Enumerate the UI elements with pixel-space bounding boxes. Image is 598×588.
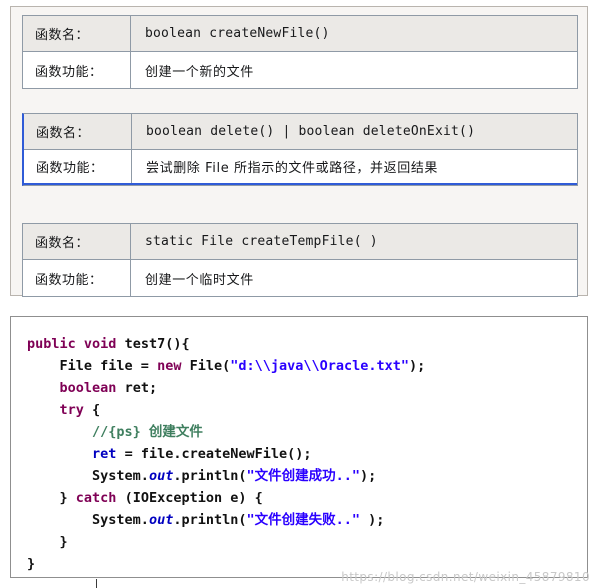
- api-table-delete: 函数名： boolean delete() | boolean deleteOn…: [22, 113, 578, 186]
- row-label: 函数名：: [23, 224, 131, 259]
- code-snippet-panel: public void test7(){ File file = new Fil…: [10, 316, 588, 578]
- table-row: 函数功能： 创建一个临时文件: [23, 260, 577, 296]
- row-value: 创建一个临时文件: [145, 272, 254, 288]
- table-row: 函数功能： 尝试删除 File 所指示的文件或路径，并返回结果: [24, 150, 577, 185]
- watermark-text: https://blog.csdn.net/weixin_45879810: [341, 570, 590, 584]
- row-value: 创建一个新的文件: [145, 64, 254, 80]
- row-label: 函数功能：: [24, 150, 132, 183]
- row-value: boolean delete() | boolean deleteOnExit(…: [146, 124, 476, 139]
- api-table-create-new-file: 函数名： boolean createNewFile() 函数功能： 创建一个新…: [22, 15, 578, 89]
- table-row: 函数名： boolean createNewFile(): [23, 16, 577, 52]
- row-value: 尝试删除 File 所指示的文件或路径，并返回结果: [146, 161, 439, 176]
- screenshot-root: 函数名： boolean createNewFile() 函数功能： 创建一个新…: [0, 0, 598, 588]
- api-table-create-temp-file: 函数名： static File createTempFile( ) 函数功能：…: [22, 223, 578, 297]
- table-row: 函数功能： 创建一个新的文件: [23, 52, 577, 88]
- api-tables-panel: 函数名： boolean createNewFile() 函数功能： 创建一个新…: [10, 6, 588, 297]
- table-row: 函数名： boolean delete() | boolean deleteOn…: [24, 114, 577, 150]
- text-cursor-caret: [96, 579, 97, 588]
- java-code-block: public void test7(){ File file = new Fil…: [27, 336, 426, 572]
- row-value: boolean createNewFile(): [145, 26, 330, 41]
- row-label: 函数功能：: [23, 260, 131, 296]
- row-label: 函数功能：: [23, 52, 131, 88]
- table-row: 函数名： static File createTempFile( ): [23, 224, 577, 260]
- row-value: static File createTempFile( ): [145, 234, 378, 249]
- row-label: 函数名：: [24, 114, 132, 149]
- row-label: 函数名：: [23, 16, 131, 51]
